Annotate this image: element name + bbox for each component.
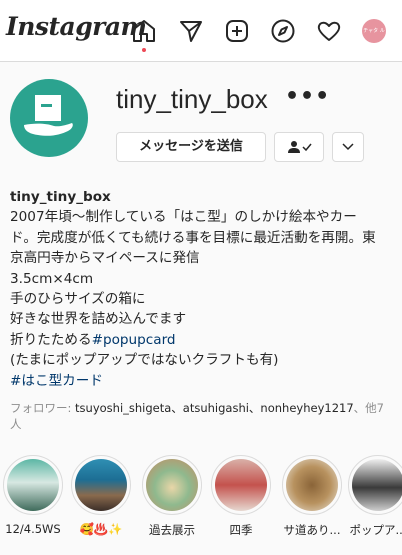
highlight-item[interactable]: 四季 <box>209 455 273 538</box>
profile-picture[interactable] <box>10 79 88 157</box>
highlight-item[interactable]: 12/4.5WS <box>1 455 65 536</box>
bio-line: 好きな世界を詰め込んでます <box>10 311 187 328</box>
more-options-icon[interactable]: ••• <box>285 84 330 109</box>
following-user-check-icon <box>288 141 312 153</box>
highlight-ring <box>348 455 402 515</box>
bio-line: 折りたためる#popupcard <box>10 330 390 350</box>
highlight-ring <box>3 455 63 515</box>
send-message-button[interactable]: メッセージを送信 <box>116 132 266 162</box>
highlight-item[interactable]: サ道あり... <box>280 455 344 538</box>
profile-avatar[interactable]: チャタ ルーム <box>362 19 386 43</box>
highlight-ring <box>142 455 202 515</box>
bio-line: (たまにポップアップではないクラフトも有) <box>10 352 279 369</box>
bio-display-name: tiny_tiny_box <box>10 189 111 205</box>
hashtag-link-popupcard[interactable]: #popupcard <box>92 332 176 348</box>
bio-line: 手のひらサイズの箱に <box>10 291 146 308</box>
following-button[interactable] <box>274 132 324 162</box>
highlight-ring <box>211 455 271 515</box>
suggested-accounts-dropdown[interactable] <box>332 132 364 162</box>
highlight-cover <box>352 459 402 511</box>
followers-names[interactable]: tsuyoshi_shigeta、atsuhigashi、nonheyhey12… <box>75 401 354 415</box>
direct-icon[interactable] <box>178 18 204 44</box>
highlight-label: 🥰♨️✨ <box>79 522 123 536</box>
hashtag-link-hakogata-card[interactable]: #はこ型カード <box>10 371 390 391</box>
highlight-item[interactable]: 🥰♨️✨ <box>69 455 133 536</box>
bio-text: 折りたためる <box>10 331 92 348</box>
top-navigation-bar: Instagram チャタ ルーム <box>0 0 402 62</box>
profile-bio: tiny_tiny_box 2007年頃〜制作している「はこ型」のしかけ絵本やカ… <box>10 187 390 391</box>
bio-line: 2007年頃〜制作している「はこ型」のしかけ絵本やカー <box>10 209 357 226</box>
explore-icon[interactable] <box>270 18 296 44</box>
highlight-label: 四季 <box>229 523 253 537</box>
highlight-item[interactable]: ポップア... <box>346 455 402 538</box>
highlight-ring <box>71 455 131 515</box>
highlight-label: サ道あり... <box>283 523 341 537</box>
active-indicator-dot <box>142 48 146 52</box>
bio-line: 3.5cm×4cm <box>10 270 94 287</box>
bio-line: 京高円寺からマイペースに発信 <box>10 250 200 267</box>
followed-by-text[interactable]: フォロワー: tsuyoshi_shigeta、atsuhigashi、nonh… <box>10 400 395 432</box>
profile-username: tiny_tiny_box <box>116 84 268 114</box>
highlight-label: 過去展示 <box>149 523 195 537</box>
highlight-cover <box>75 459 127 511</box>
highlight-label: 12/4.5WS <box>5 522 61 536</box>
highlight-item[interactable]: 過去展示 <box>140 455 204 538</box>
highlight-cover <box>215 459 267 511</box>
highlight-ring <box>282 455 342 515</box>
bio-line: ド。完成度が低くても続ける事を目標に最近活動を再開。東 <box>10 229 376 246</box>
highlight-cover <box>7 459 59 511</box>
activity-heart-icon[interactable] <box>316 18 342 44</box>
new-post-icon[interactable] <box>224 18 250 44</box>
followers-prefix: フォロワー: <box>10 401 76 415</box>
chevron-down-icon <box>342 143 354 151</box>
home-icon[interactable] <box>131 18 157 44</box>
highlight-cover <box>286 459 338 511</box>
instagram-logo[interactable]: Instagram <box>6 12 147 41</box>
highlight-cover <box>146 459 198 511</box>
story-highlights: 12/4.5WS 🥰♨️✨ 過去展示 四季 サ道あり... ポップア... <box>0 455 402 555</box>
highlight-label: ポップア... <box>349 523 402 537</box>
